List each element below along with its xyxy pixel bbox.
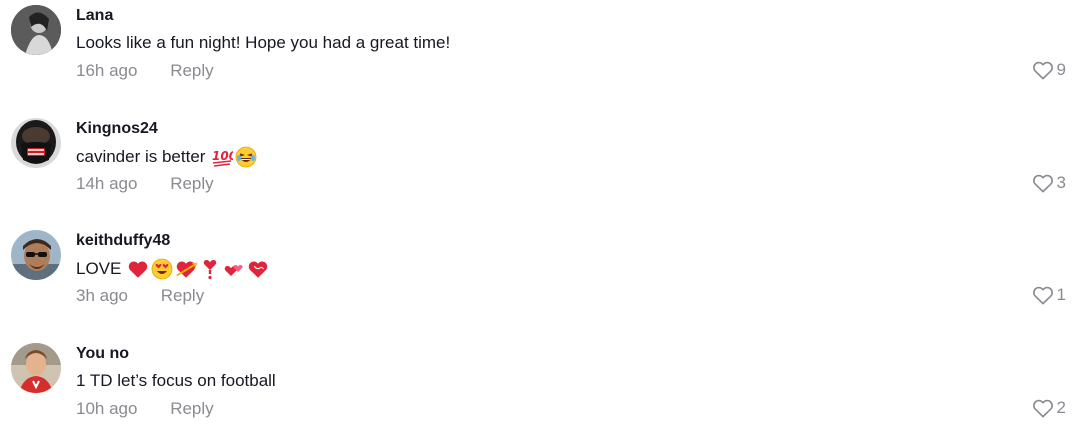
comment-text: LOVE [76,258,269,280]
emoji-group [127,258,269,280]
like-count: 1 [1056,285,1066,304]
like-button[interactable]: 3 [1032,173,1066,193]
like-count: 2 [1056,398,1066,417]
laughing-emoji [235,146,257,168]
comment-username[interactable]: keithduffy48 [76,232,170,250]
comment-item: Lana Looks like a fun night! Hope you ha… [0,0,1074,100]
like-button[interactable]: 1 [1032,285,1066,305]
heart-with-arrow-emoji [175,258,198,280]
comment-text-body: Looks like a fun night! Hope you had a g… [76,33,451,52]
avatar[interactable] [11,118,61,168]
like-button[interactable]: 2 [1032,398,1066,418]
reply-button[interactable]: Reply [170,399,213,419]
comment-timestamp: 10h ago [76,399,138,418]
avatar-image [11,230,61,280]
comment-meta: 16h ago Reply [76,61,214,81]
heart-eyes-emoji [151,258,173,280]
comment-timestamp: 14h ago [76,174,138,193]
comment-meta: 14h ago Reply [76,174,214,194]
comment-text: Looks like a fun night! Hope you had a g… [76,33,450,53]
heart-outline-icon [1032,285,1054,305]
reply-button[interactable]: Reply [170,61,213,81]
reply-button[interactable]: Reply [161,286,204,306]
comment-text: 1 TD let’s focus on football [76,371,276,391]
reply-button[interactable]: Reply [170,174,213,194]
heart-outline-icon [1032,60,1054,80]
comment-item: keithduffy48 LOVE 3h ago Reply 1 [0,225,1074,325]
comment-text: cavinder is better 100 [76,146,257,168]
comment-timestamp: 16h ago [76,61,138,80]
avatar-image [11,118,61,168]
avatar[interactable] [11,230,61,280]
avatar[interactable] [11,5,61,55]
comment-item: You no 1 TD let’s focus on football 10h … [0,338,1074,438]
comment-username[interactable]: Lana [76,7,113,25]
two-hearts-emoji [223,258,245,280]
comment-meta: 10h ago Reply [76,399,214,419]
comment-list: Lana Looks like a fun night! Hope you ha… [0,0,1074,431]
heart-exclamation-emoji [199,258,221,280]
comment-username[interactable]: Kingnos24 [76,120,158,138]
like-count: 3 [1056,173,1066,192]
heart-outline-icon [1032,173,1054,193]
comment-meta: 3h ago Reply [76,286,204,306]
red-heart-emoji [127,258,149,280]
heart-outline-icon [1032,398,1054,418]
comment-username[interactable]: You no [76,345,129,363]
avatar-image [11,5,61,55]
comment-text-body: LOVE [76,259,122,278]
revolving-hearts-emoji [247,258,269,280]
comment-item: Kingnos24 cavinder is better 100 [0,113,1074,213]
comment-timestamp: 3h ago [76,286,128,305]
like-button[interactable]: 9 [1032,60,1066,80]
avatar[interactable] [11,343,61,393]
like-count: 9 [1056,60,1066,79]
comment-text-body: cavinder is better [76,147,206,166]
comment-text-body: 1 TD let’s focus on football [76,371,276,390]
emoji-group: 100 [211,146,257,168]
hundred-points-emoji: 100 [211,146,233,168]
avatar-image [11,343,61,393]
